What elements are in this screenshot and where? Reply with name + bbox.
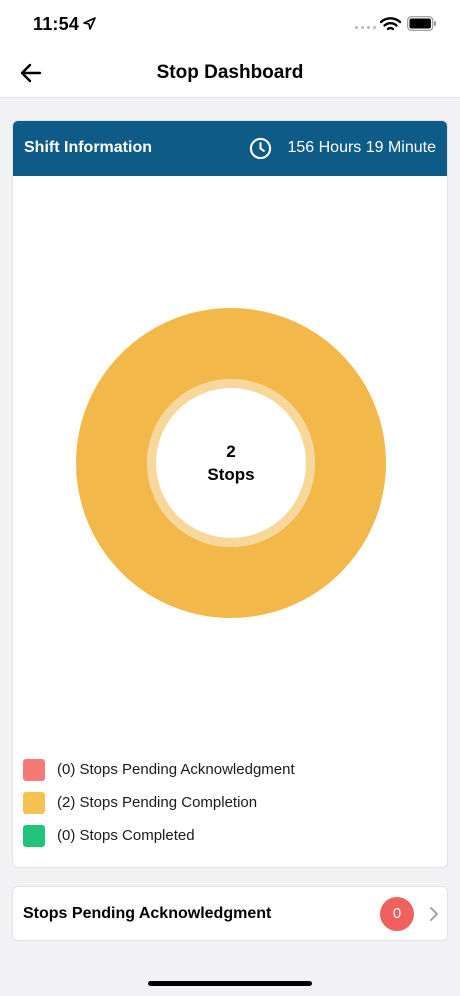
legend-label: (2) Stops Pending Completion bbox=[57, 794, 258, 811]
wifi-icon bbox=[380, 17, 401, 31]
legend-label: (0) Stops Pending Acknowledgment bbox=[57, 761, 295, 778]
donut-center-unit: Stops bbox=[207, 465, 255, 484]
stops-pending-acknowledgment-row[interactable]: Stops Pending Acknowledgment 0 bbox=[12, 886, 448, 941]
legend-swatch bbox=[23, 792, 45, 814]
ack-row-label: Stops Pending Acknowledgment bbox=[23, 905, 272, 922]
donut-center-label: 2 Stops bbox=[76, 440, 386, 486]
nav-bar: Stop Dashboard bbox=[0, 50, 460, 98]
shift-duration: 156 Hours 19 Minute bbox=[287, 139, 436, 156]
status-time: 11:54 bbox=[33, 14, 80, 34]
clock-icon bbox=[249, 137, 272, 160]
count-badge: 0 bbox=[380, 897, 414, 931]
legend-label: (0) Stops Completed bbox=[57, 827, 195, 844]
donut-center-value: 2 bbox=[226, 442, 236, 461]
home-indicator bbox=[148, 981, 312, 986]
page-title: Stop Dashboard bbox=[156, 62, 304, 83]
stops-donut-chart: 2 Stops bbox=[76, 308, 386, 618]
status-bar: 11:54 bbox=[0, 0, 460, 50]
legend-swatch bbox=[23, 759, 45, 781]
shift-information-card: Shift Information 156 Hours 19 Minute 2 … bbox=[12, 120, 448, 868]
shift-title: Shift Information bbox=[24, 139, 152, 156]
battery-icon bbox=[407, 16, 436, 31]
location-arrow-icon bbox=[83, 17, 96, 30]
shift-header: Shift Information 156 Hours 19 Minute bbox=[13, 121, 447, 176]
chevron-right-icon bbox=[430, 907, 438, 921]
legend-swatch bbox=[23, 825, 45, 847]
cellular-signal-icon bbox=[355, 26, 376, 29]
